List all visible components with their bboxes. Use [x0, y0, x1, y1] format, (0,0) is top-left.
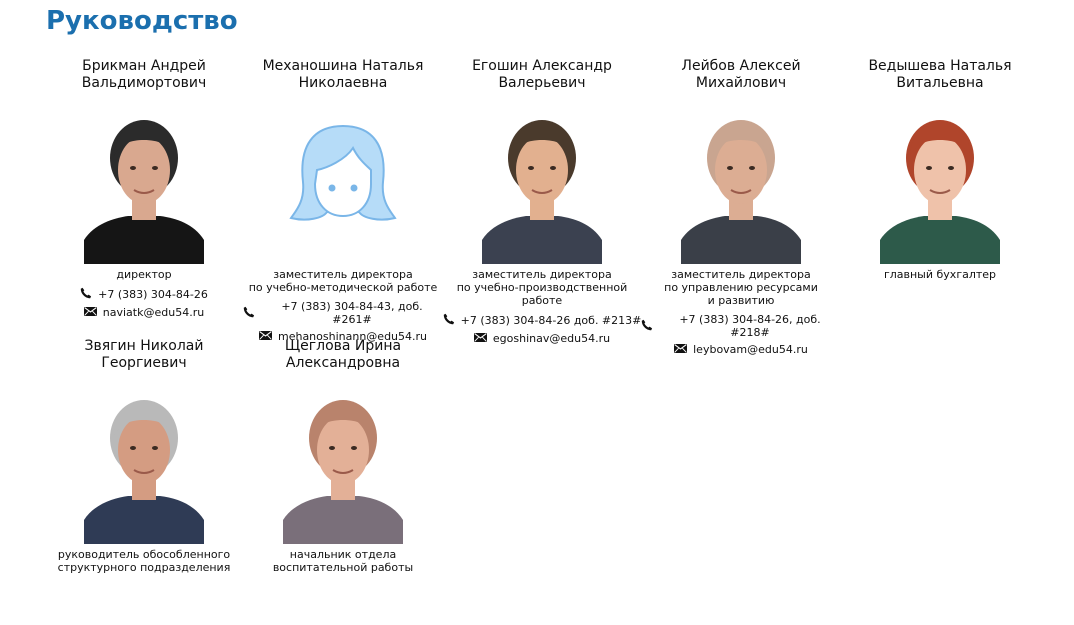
position-line: главный бухгалтер	[883, 268, 997, 281]
name-line-2: Вальдимортович	[81, 75, 207, 91]
name-line-2: Михайлович	[695, 75, 787, 91]
staff-card-vedysheva: Ведышева Наталья Витальевна главный бухг…	[840, 58, 1040, 281]
staff-card-leybov: Лейбов Алексей Михайлович заместитель ди…	[641, 58, 841, 356]
email-row: naviatk@edu54.ru	[44, 306, 244, 319]
staff-position: главный бухгалтер	[840, 268, 1040, 281]
name-line-1: Ведышева Наталья	[868, 58, 1012, 74]
position-line: начальник отдела	[289, 548, 397, 561]
staff-position: заместитель директора по учебно-производс…	[442, 268, 642, 307]
position-line: руководитель обособленного	[57, 548, 231, 561]
staff-card-brikman: Брикман Андрей Вальдимортович директор +…	[44, 58, 244, 319]
staff-name: Брикман Андрей Вальдимортович	[44, 58, 244, 92]
name-line-1: Звягин Николай	[84, 338, 204, 354]
name-line-1: Щеглова Ирина	[284, 338, 402, 354]
staff-photo	[880, 112, 1000, 264]
staff-name: Звягин Николай Георгиевич	[44, 338, 244, 372]
staff-name: Ведышева Наталья Витальевна	[840, 58, 1040, 92]
name-line-2: Александровна	[285, 355, 401, 371]
staff-photo	[84, 392, 204, 544]
position-line: и развитию	[707, 294, 775, 307]
phone-link[interactable]: +7 (383) 304-84-43, доб. #261#	[261, 300, 443, 326]
phone-row: +7 (383) 304-84-26, доб. #218#	[641, 313, 841, 339]
phone-link[interactable]: +7 (383) 304-84-26, доб. #218#	[659, 313, 841, 339]
name-line-1: Механошина Наталья	[262, 58, 424, 74]
envelope-icon	[473, 332, 487, 345]
email-link[interactable]: leybovam@edu54.ru	[693, 343, 808, 356]
phone-row: +7 (383) 304-84-43, доб. #261#	[243, 300, 443, 326]
staff-position: директор	[44, 268, 244, 281]
staff-name: Механошина Наталья Николаевна	[243, 58, 443, 92]
position-line: заместитель директора	[472, 268, 612, 281]
name-line-2: Витальевна	[896, 75, 984, 91]
staff-photo	[681, 112, 801, 264]
page-title: Руководство	[46, 6, 238, 36]
email-link[interactable]: naviatk@edu54.ru	[103, 306, 204, 319]
name-line-2: Николаевна	[298, 75, 388, 91]
phone-row: +7 (383) 304-84-26	[44, 287, 244, 302]
name-line-1: Егошин Александр	[472, 58, 612, 74]
phone-icon	[243, 306, 255, 321]
position-line: директор	[116, 268, 172, 281]
email-link[interactable]: egoshinav@edu54.ru	[493, 332, 610, 345]
staff-position: заместитель директора по управлению ресур…	[641, 268, 841, 307]
email-row: egoshinav@edu54.ru	[442, 332, 642, 345]
name-line-1: Лейбов Алексей	[681, 58, 801, 74]
position-line: по учебно-методической работе	[248, 281, 438, 294]
staff-card-zvyagin: Звягин Николай Георгиевич руководитель о…	[44, 338, 244, 574]
staff-card-mehanoshina: Механошина Наталья Николаевна заместител…	[243, 58, 443, 343]
staff-position: заместитель директора по учебно-методичес…	[243, 268, 443, 294]
staff-photo	[84, 112, 204, 264]
phone-icon	[641, 319, 653, 334]
phone-icon	[80, 287, 92, 302]
email-row: leybovam@edu54.ru	[641, 343, 841, 356]
position-line: структурного подразделения	[57, 561, 231, 574]
position-line: по управлению ресурсами	[664, 281, 818, 294]
staff-name: Щеглова Ирина Александровна	[243, 338, 443, 372]
position-line: заместитель директора	[671, 268, 811, 281]
staff-name: Лейбов Алексей Михайлович	[641, 58, 841, 92]
staff-card-egoshin: Егошин Александр Валерьевич заместитель …	[442, 58, 642, 345]
phone-icon	[443, 313, 455, 328]
position-line: воспитательной работы	[272, 561, 414, 574]
name-line-2: Валерьевич	[498, 75, 586, 91]
staff-photo	[283, 392, 403, 544]
phone-link[interactable]: +7 (383) 304-84-26	[98, 288, 208, 301]
name-line-1: Брикман Андрей	[82, 58, 206, 74]
phone-row: +7 (383) 304-84-26 доб. #213#	[442, 313, 642, 328]
position-line: работе	[521, 294, 563, 307]
position-line: заместитель директора	[273, 268, 413, 281]
staff-photo	[482, 112, 602, 264]
staff-card-shcheglova: Щеглова Ирина Александровна начальник от…	[243, 338, 443, 574]
staff-position: руководитель обособленного структурного п…	[44, 548, 244, 574]
position-line: по учебно-производственной	[456, 281, 628, 294]
envelope-icon	[83, 306, 97, 319]
staff-name: Егошин Александр Валерьевич	[442, 58, 642, 92]
staff-position: начальник отдела воспитательной работы	[243, 548, 443, 574]
envelope-icon	[674, 343, 688, 356]
phone-link[interactable]: +7 (383) 304-84-26 доб. #213#	[461, 314, 642, 327]
avatar-placeholder	[283, 112, 403, 264]
name-line-2: Георгиевич	[101, 355, 187, 371]
